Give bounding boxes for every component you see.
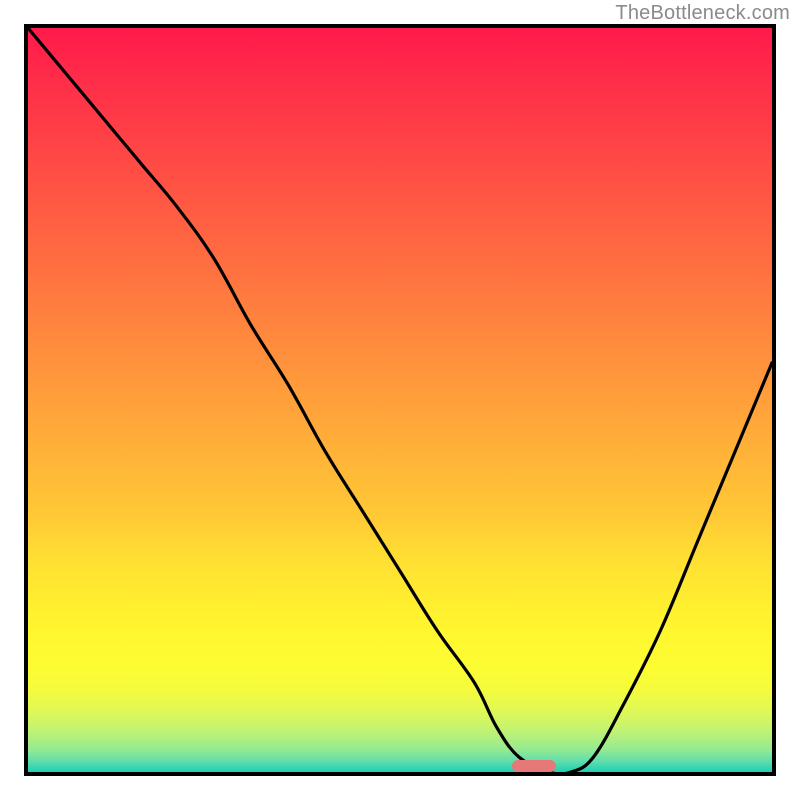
plot-area [28,28,772,772]
bottleneck-curve [28,28,772,772]
frame-right [772,24,776,776]
bottleneck-curve-path [28,28,772,774]
optimal-marker [512,760,557,772]
attribution-label: TheBottleneck.com [615,2,790,25]
frame-bottom [24,772,776,776]
frame-left [24,24,28,776]
chart-stage: TheBottleneck.com [0,0,800,800]
frame-top [24,24,776,28]
